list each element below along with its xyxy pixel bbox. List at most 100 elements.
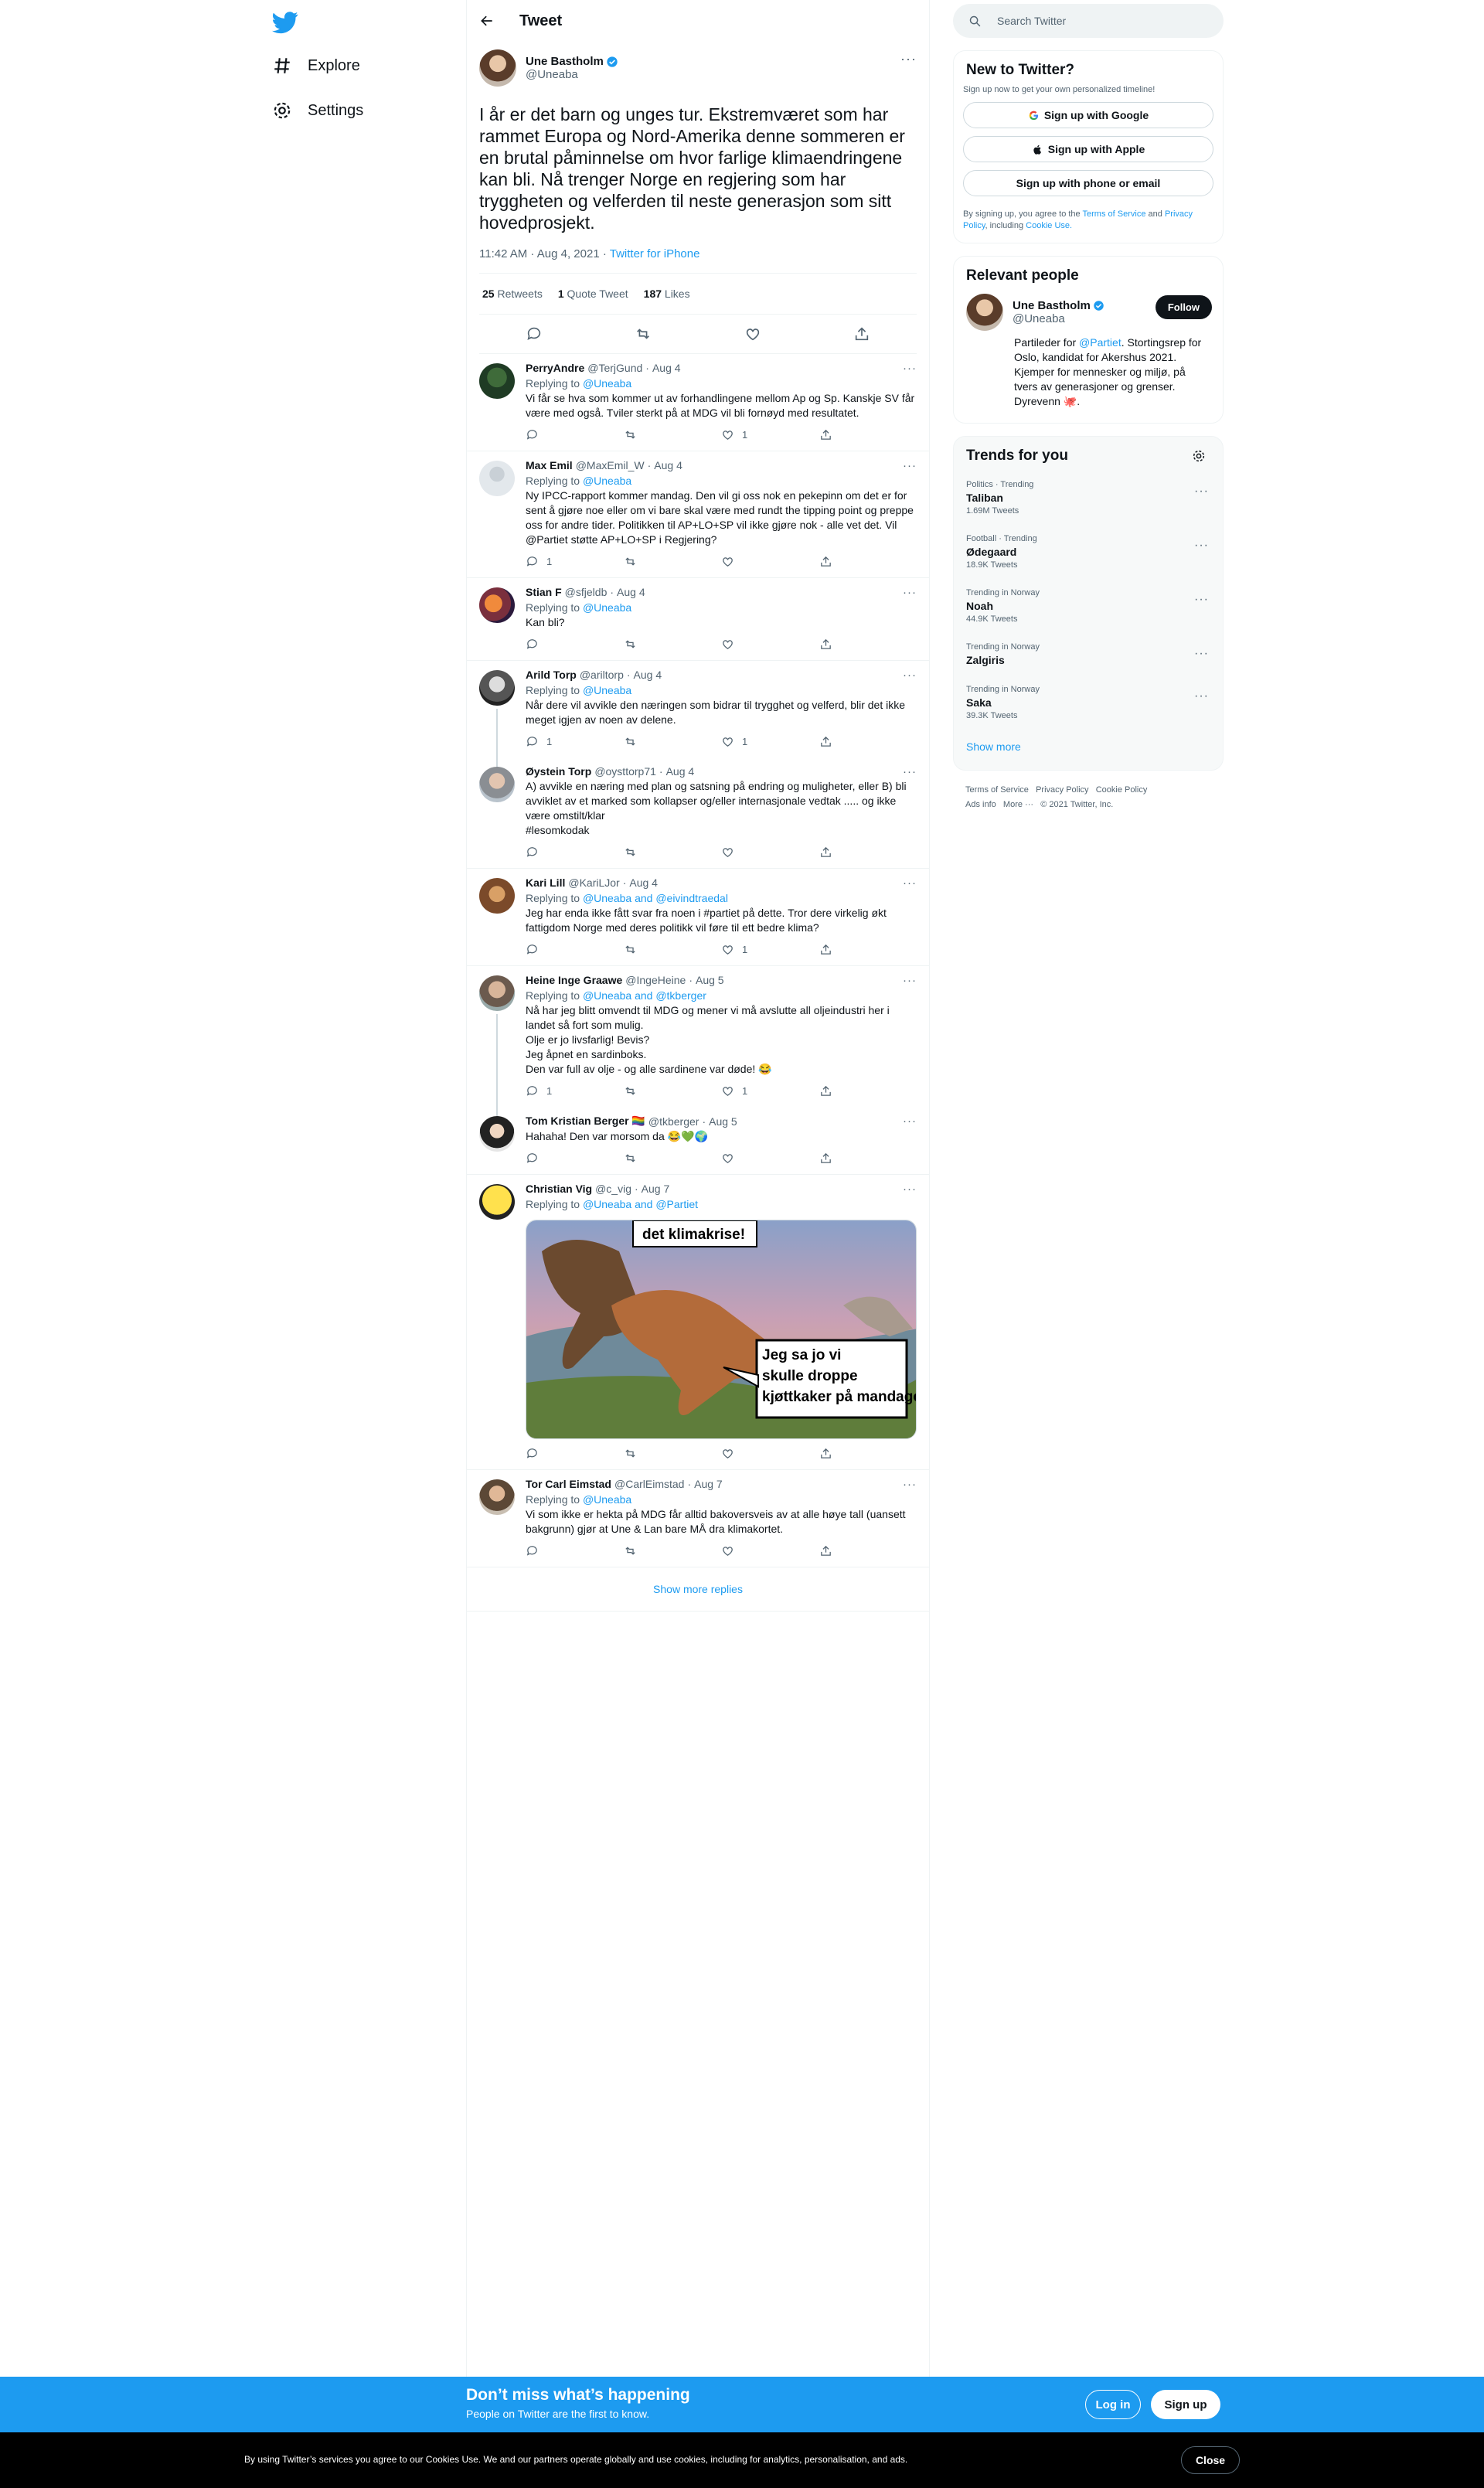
reply-tweet[interactable]: ··· Christian Vig @c_vig · Aug 7 Replying to … [467, 1175, 929, 1470]
cookie-close-button[interactable]: Close [1181, 2446, 1240, 2474]
more-options-icon[interactable]: ··· [903, 1478, 917, 1491]
like-action[interactable] [721, 1152, 819, 1165]
replying-to-handles[interactable]: @Uneaba [583, 475, 631, 487]
footer-link[interactable]: More ··· [1003, 800, 1033, 809]
like-action[interactable]: 1 [721, 1084, 819, 1098]
search-input[interactable]: Search Twitter [997, 15, 1066, 27]
reply-date[interactable]: Aug 4 [652, 362, 681, 374]
reply-action[interactable]: 1 [526, 1084, 624, 1098]
reply-action[interactable]: 1 [526, 555, 624, 568]
more-options-icon[interactable]: ··· [903, 459, 917, 472]
share-action[interactable] [819, 943, 917, 956]
like-action[interactable] [721, 1544, 819, 1557]
trend-item[interactable]: Football · Trending Ødegaard 18.9K Tweets ·… [954, 525, 1223, 579]
reply-author-name[interactable]: Stian F [526, 586, 562, 598]
like-count[interactable]: 187 Likes [644, 288, 690, 300]
trend-item[interactable]: Trending in Norway Noah 44.9K Tweets ··· [954, 579, 1223, 633]
reply-author-name[interactable]: Christian Vig [526, 1183, 592, 1195]
reply-tweet[interactable]: ··· Øystein Torp @oysttorp71 · Aug 4 A) avvik… [467, 757, 929, 869]
tweet-source[interactable]: Twitter for iPhone [610, 247, 700, 260]
reply-date[interactable]: Aug 7 [694, 1478, 723, 1490]
reply-tweet[interactable]: ··· Tom Kristian Berger 🏳️‍🌈 @tkberger · Aug… [467, 1107, 929, 1175]
reply-tweet[interactable]: ··· Max Emil @MaxEmil_W · Aug 4 Replying to @… [467, 451, 929, 578]
retweet-action[interactable] [624, 735, 722, 748]
reply-action[interactable] [526, 1447, 624, 1460]
reply-author-handle[interactable]: @KariLJor [568, 876, 619, 889]
share-action[interactable] [819, 1084, 917, 1098]
reply-date[interactable]: Aug 4 [629, 876, 658, 889]
like-action[interactable] [721, 555, 819, 568]
more-options-icon[interactable]: ··· [903, 586, 917, 599]
relevant-person[interactable]: Une Bastholm @Uneaba Follow Partileder f… [954, 291, 1223, 423]
reply-date[interactable]: Aug 4 [634, 669, 662, 681]
login-button[interactable]: Log in [1085, 2390, 1141, 2419]
avatar[interactable] [479, 878, 515, 914]
nav-explore[interactable]: Explore [272, 56, 360, 76]
reply-tweet[interactable]: ··· PerryAndre @TerjGund · Aug 4 Replying to … [467, 354, 929, 451]
reply-date[interactable]: Aug 5 [696, 974, 724, 986]
like-action[interactable] [721, 846, 819, 859]
replying-to-handles[interactable]: @Uneaba and @eivindtraedal [583, 892, 728, 904]
more-options-icon[interactable]: ··· [903, 1115, 917, 1128]
reply-date[interactable]: Aug 7 [642, 1183, 670, 1195]
reply-tweet[interactable]: ··· Kari Lill @KariLJor · Aug 4 Replying to @… [467, 869, 929, 966]
cookie-use-link[interactable]: Cookie Use. [1026, 221, 1072, 230]
reply-action[interactable] [526, 638, 624, 651]
more-options-icon[interactable]: ··· [1194, 539, 1209, 553]
reply-author-name[interactable]: Tom Kristian Berger 🏳️‍🌈 [526, 1115, 645, 1128]
retweet-action[interactable] [624, 1084, 722, 1098]
avatar[interactable] [479, 461, 515, 496]
replying-to-handles[interactable]: @Uneaba [583, 377, 631, 390]
more-options-icon[interactable]: ··· [903, 974, 917, 987]
reply-action[interactable]: 1 [526, 735, 624, 748]
reply-icon[interactable] [526, 325, 543, 342]
reply-author-name[interactable]: Heine Inge Graawe [526, 974, 622, 986]
signup-phone-button[interactable]: Sign up with phone or email [963, 170, 1213, 196]
follow-button[interactable]: Follow [1155, 295, 1212, 319]
reply-action[interactable] [526, 846, 624, 859]
nav-settings[interactable]: Settings [272, 100, 363, 121]
reply-tweet[interactable]: ··· Stian F @sfjeldb · Aug 4 Replying to @Une… [467, 578, 929, 661]
footer-link[interactable]: Privacy Policy [1036, 785, 1088, 795]
retweet-icon[interactable] [635, 325, 652, 342]
replying-to-handles[interactable]: @Uneaba [583, 1493, 631, 1506]
share-action[interactable] [819, 428, 917, 441]
share-action[interactable] [819, 1544, 917, 1557]
quote-count[interactable]: 1 Quote Tweet [558, 288, 628, 300]
like-action[interactable]: 1 [721, 428, 819, 441]
avatar[interactable] [479, 1184, 515, 1220]
reply-author-handle[interactable]: @ariltorp [580, 669, 624, 681]
like-action[interactable] [721, 638, 819, 651]
trend-item[interactable]: Trending in Norway Zalgiris ··· [954, 633, 1223, 676]
share-action[interactable] [819, 638, 917, 651]
avatar[interactable] [479, 1479, 515, 1515]
gear-icon[interactable] [1192, 449, 1206, 463]
avatar[interactable] [479, 975, 515, 1011]
tos-link[interactable]: Terms of Service [1083, 209, 1146, 219]
more-options-icon[interactable]: ··· [1194, 485, 1209, 499]
bio-link[interactable]: @Partiet [1079, 336, 1122, 349]
more-options-icon[interactable]: ··· [903, 1183, 917, 1196]
avatar[interactable] [966, 294, 1003, 331]
reply-author-name[interactable]: Tor Carl Eimstad [526, 1478, 611, 1490]
reply-tweet[interactable]: ··· Arild Torp @ariltorp · Aug 4 Replying to … [467, 661, 929, 767]
share-icon[interactable] [853, 325, 870, 342]
like-action[interactable]: 1 [721, 735, 819, 748]
footer-link[interactable]: Cookie Policy [1096, 785, 1148, 795]
retweet-action[interactable] [624, 846, 722, 859]
signup-google-button[interactable]: Sign up with Google [963, 102, 1213, 128]
reply-date[interactable]: Aug 4 [617, 586, 645, 598]
more-options-icon[interactable]: ··· [1194, 689, 1209, 703]
relevant-handle[interactable]: @Uneaba [1013, 312, 1104, 325]
trend-item[interactable]: Trending in Norway Saka 39.3K Tweets ··· [954, 676, 1223, 730]
avatar[interactable] [479, 670, 515, 706]
signup-button[interactable]: Sign up [1151, 2390, 1220, 2419]
avatar[interactable] [479, 363, 515, 399]
more-options-icon[interactable]: ··· [900, 51, 917, 67]
retweet-action[interactable] [624, 638, 722, 651]
like-action[interactable] [721, 1447, 819, 1460]
like-icon[interactable] [744, 325, 761, 342]
share-action[interactable] [819, 1447, 917, 1460]
share-action[interactable] [819, 1152, 917, 1165]
reply-date[interactable]: Aug 4 [666, 765, 695, 778]
